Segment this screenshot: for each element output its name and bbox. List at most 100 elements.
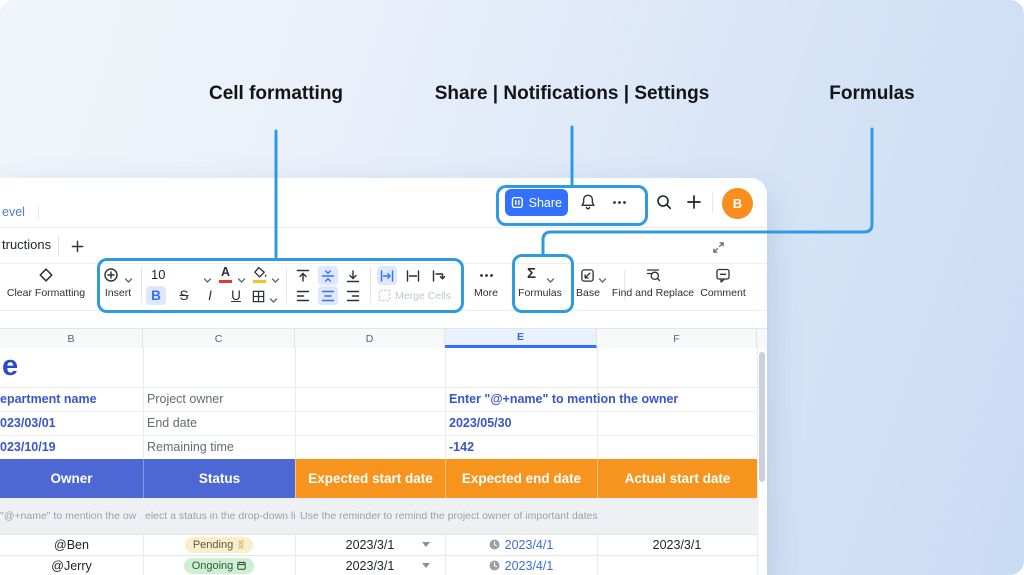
- share-icon: [511, 196, 524, 209]
- align-right-icon: [345, 288, 361, 304]
- insert-label[interactable]: Insert: [96, 287, 140, 299]
- search-icon: [655, 193, 673, 211]
- align-right-button[interactable]: [343, 286, 363, 305]
- more-options-button[interactable]: [606, 190, 632, 214]
- cell-info[interactable]: 2023/05/30: [449, 411, 649, 435]
- table-header-expected-end[interactable]: Expected end date: [445, 459, 597, 498]
- cell-expected-end[interactable]: 2023/4/1: [445, 555, 597, 575]
- column-header-d[interactable]: D: [295, 329, 445, 348]
- find-and-replace-icon: [645, 267, 661, 283]
- cell-info[interactable]: 023/03/01: [0, 411, 142, 435]
- column-header-c[interactable]: C: [143, 329, 295, 348]
- cell-hint[interactable]: elect a status in the drop-down lis: [145, 498, 295, 534]
- font-color-button[interactable]: A: [221, 265, 230, 279]
- insert-button[interactable]: [102, 266, 120, 284]
- more-tools-label[interactable]: More: [462, 287, 510, 299]
- clear-formatting-label[interactable]: Clear Formatting: [0, 287, 92, 299]
- avatar[interactable]: B: [722, 188, 753, 219]
- column-header-f[interactable]: F: [597, 329, 757, 348]
- fill-color-chevron[interactable]: [271, 271, 280, 289]
- toolbar-divider: [370, 267, 371, 303]
- table-header-actual-start[interactable]: Actual start date: [597, 459, 757, 498]
- more-tools-button[interactable]: [477, 266, 495, 284]
- align-top-button[interactable]: [293, 266, 313, 285]
- merge-cells-icon: [378, 289, 391, 307]
- add-sheet-button[interactable]: [66, 235, 88, 257]
- plus-icon: [686, 194, 702, 210]
- search-button[interactable]: [652, 190, 676, 214]
- cell-info[interactable]: Enter "@+name" to mention the owner: [449, 387, 709, 411]
- find-and-replace-label[interactable]: Find and Replace: [606, 287, 700, 299]
- text-rotate-icon: [431, 268, 447, 284]
- plus-icon: [70, 239, 85, 254]
- titlebar-divider-2: [712, 193, 713, 213]
- align-center-button[interactable]: [318, 286, 338, 305]
- annotation-share-notifications-settings: Share | Notifications | Settings: [402, 83, 742, 105]
- cell-status[interactable]: Pending: [143, 534, 295, 555]
- cell-info[interactable]: 023/10/19: [0, 435, 142, 459]
- cell-hint[interactable]: Use the reminder to remind the project o…: [300, 498, 612, 534]
- clear-formatting-button[interactable]: [37, 266, 55, 284]
- reminder-date[interactable]: 2023/4/1: [505, 559, 554, 573]
- text-rotate-button[interactable]: [429, 266, 449, 285]
- table-header-expected-start[interactable]: Expected start date: [295, 459, 445, 498]
- align-left-button[interactable]: [293, 286, 313, 305]
- status-label: Pending: [193, 539, 233, 551]
- sheet-tab-instructions[interactable]: tructions: [2, 237, 51, 252]
- expand-toolbar-button[interactable]: [708, 237, 728, 257]
- base-icon: [580, 268, 595, 283]
- cell-owner[interactable]: @Ben: [0, 534, 143, 555]
- clock-icon: [489, 560, 500, 571]
- cell-actual-start[interactable]: [597, 555, 757, 575]
- cell-expected-start[interactable]: 2023/3/1: [295, 555, 445, 575]
- cell-info[interactable]: Project owner: [147, 387, 293, 411]
- text-overflow-button[interactable]: [403, 266, 423, 285]
- cell-owner[interactable]: @Jerry: [0, 555, 143, 575]
- underline-button[interactable]: U: [226, 286, 246, 305]
- cell-expected-start[interactable]: 2023/3/1: [295, 534, 445, 555]
- cell-info[interactable]: epartment name: [0, 387, 142, 411]
- cell-status[interactable]: Ongoing: [143, 555, 295, 575]
- formulas-button[interactable]: Σ: [527, 265, 536, 282]
- cell-actual-start[interactable]: 2023/3/1: [597, 534, 757, 555]
- borders-button[interactable]: [250, 288, 267, 305]
- table-header-status[interactable]: Status: [143, 459, 295, 498]
- find-and-replace-button[interactable]: [644, 266, 662, 284]
- notifications-button[interactable]: [576, 190, 600, 214]
- align-middle-button[interactable]: [318, 266, 338, 285]
- align-top-icon: [295, 268, 311, 284]
- new-document-button[interactable]: [682, 190, 706, 214]
- sheet-title-fragment[interactable]: e: [2, 350, 18, 383]
- column-header-b[interactable]: B: [0, 329, 143, 348]
- tabbar-divider: [58, 236, 59, 256]
- bold-button[interactable]: B: [146, 286, 166, 305]
- status-badge: Ongoing: [184, 558, 255, 574]
- fill-color-swatch: [253, 280, 266, 283]
- font-size-value[interactable]: 10: [151, 267, 165, 282]
- merge-cells-label: Merge Cells: [395, 290, 451, 302]
- comment-label[interactable]: Comment: [697, 287, 749, 299]
- cell-info[interactable]: -142: [449, 435, 649, 459]
- reminder-date[interactable]: 2023/4/1: [505, 538, 554, 552]
- italic-button[interactable]: I: [200, 286, 220, 305]
- vertical-scrollbar[interactable]: [759, 352, 765, 482]
- strikethrough-button[interactable]: S: [174, 286, 194, 305]
- screenshot-root: Cell formatting Share | Notifications | …: [0, 0, 1024, 575]
- cell-info[interactable]: End date: [147, 411, 293, 435]
- align-bottom-icon: [345, 268, 361, 284]
- cell-expected-end[interactable]: 2023/4/1: [445, 534, 597, 555]
- cell-info[interactable]: Remaining time: [147, 435, 293, 459]
- titlebar-divider: [38, 206, 39, 219]
- align-bottom-button[interactable]: [343, 266, 363, 285]
- doc-title-fragment[interactable]: evel: [2, 205, 25, 219]
- cell-hint[interactable]: "@+name" to mention the ow: [0, 498, 143, 534]
- share-button[interactable]: Share: [505, 189, 568, 216]
- borders-chevron[interactable]: [269, 291, 278, 309]
- comment-button[interactable]: [714, 266, 732, 284]
- base-button[interactable]: [578, 266, 596, 284]
- eraser-icon: [38, 267, 54, 283]
- formulas-label[interactable]: Formulas: [512, 287, 568, 299]
- text-wrap-button[interactable]: [377, 266, 397, 285]
- table-header-owner[interactable]: Owner: [0, 459, 143, 498]
- column-header-e[interactable]: E: [445, 329, 597, 348]
